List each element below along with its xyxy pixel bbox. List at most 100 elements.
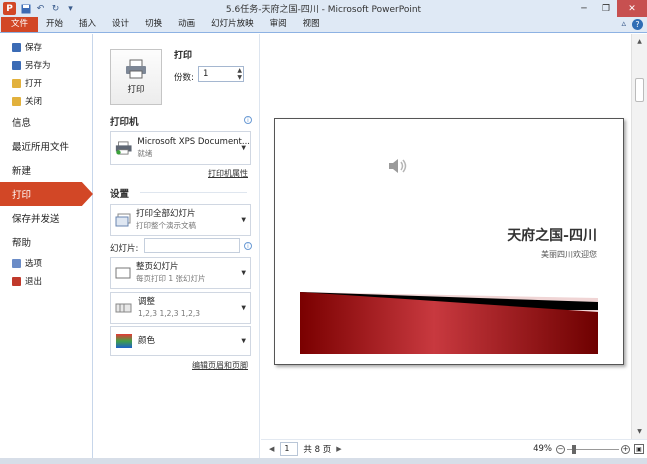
- slide-subtitle: 美丽四川欢迎您: [541, 250, 597, 259]
- tab-insert[interactable]: 插入: [71, 17, 104, 32]
- tab-file[interactable]: 文件: [1, 17, 39, 32]
- info-icon[interactable]: i: [244, 116, 252, 124]
- zoom-out-icon[interactable]: −: [556, 444, 565, 454]
- slide-title: 天府之国-四川: [507, 228, 597, 244]
- close-icon[interactable]: ✕: [617, 0, 647, 17]
- print-settings-panel: 打印 打印 份数: 1 ▲ ▼ 打印机 i Microsoft XPS Docum…: [94, 34, 260, 464]
- edit-header-footer-link[interactable]: 编辑页眉和页脚: [192, 360, 248, 371]
- collate-sub: 1,2,3 1,2,3 1,2,3: [138, 309, 201, 318]
- menu-open-label: 打开: [25, 79, 43, 89]
- close-folder-icon: [12, 96, 21, 106]
- save-icon: [12, 42, 21, 52]
- tab-animations[interactable]: 动画: [170, 17, 203, 32]
- page-number-input[interactable]: 1: [280, 442, 299, 456]
- copies-label: 份数:: [174, 73, 194, 83]
- title-bar: P ↶ ↻ ▾ 5.6任务-天府之国-四川 - Microsoft PowerP…: [0, 0, 647, 17]
- slides-icon: [115, 213, 131, 227]
- zoom-slider[interactable]: [567, 444, 619, 454]
- printer-status: 就绪: [137, 149, 153, 158]
- settings-section-title: 设置: [110, 189, 130, 200]
- speaker-icon: [389, 159, 407, 173]
- printer-icon: [115, 141, 132, 155]
- menu-info[interactable]: 信息: [0, 110, 92, 134]
- print-preview: 天府之国-四川 美丽四川欢迎您: [261, 34, 631, 434]
- print-button-label: 打印: [127, 85, 145, 95]
- layout-dropdown[interactable]: 整页幻灯片 每页打印 1 张幻灯片 ▼: [110, 257, 251, 289]
- menu-save-as-label: 另存为: [25, 61, 51, 71]
- collate-dropdown[interactable]: 调整 1,2,3 1,2,3 1,2,3 ▼: [110, 292, 251, 324]
- menu-save-send[interactable]: 保存并发送: [0, 206, 92, 230]
- menu-new[interactable]: 新建: [0, 158, 92, 182]
- menu-save-as[interactable]: 另存为: [0, 56, 92, 74]
- tab-home[interactable]: 开始: [38, 17, 71, 32]
- chevron-down-icon: ▼: [241, 269, 246, 277]
- menu-close-label: 关闭: [25, 97, 43, 107]
- customize-icon[interactable]: ▾: [65, 3, 76, 14]
- scroll-down-icon[interactable]: ▼: [634, 426, 645, 437]
- menu-exit-label: 退出: [25, 277, 43, 287]
- zoom-in-icon[interactable]: +: [621, 444, 630, 454]
- zoom-level[interactable]: 49%: [533, 444, 552, 454]
- slide-decoration: [300, 292, 598, 354]
- previous-page-icon[interactable]: ◀: [269, 445, 274, 453]
- taskbar-edge: [0, 458, 647, 464]
- print-range-title: 打印全部幻灯片: [136, 209, 196, 219]
- help-icon[interactable]: ?: [632, 19, 643, 30]
- redo-icon[interactable]: ↻: [50, 3, 61, 14]
- options-icon: [12, 258, 21, 268]
- save-icon[interactable]: [20, 3, 31, 14]
- print-range-sub: 打印整个演示文稿: [136, 221, 196, 230]
- printer-icon: [126, 59, 146, 79]
- collate-title: 调整: [138, 297, 156, 307]
- scroll-up-icon[interactable]: ▲: [634, 36, 645, 47]
- menu-recent[interactable]: 最近所用文件: [0, 134, 92, 158]
- print-range-dropdown[interactable]: 打印全部幻灯片 打印整个演示文稿 ▼: [110, 204, 251, 236]
- tab-review[interactable]: 审阅: [262, 17, 295, 32]
- powerpoint-app-icon[interactable]: P: [3, 2, 16, 15]
- menu-help[interactable]: 帮助: [0, 230, 92, 254]
- minimize-icon[interactable]: ─: [573, 0, 595, 17]
- slides-label: 幻灯片:: [110, 244, 139, 254]
- ribbon-tabs: 文件 开始 插入 设计 切换 动画 幻灯片放映 审阅 视图 ▵ ?: [0, 17, 647, 33]
- page-total: 共 8 页: [303, 445, 332, 455]
- tab-slideshow[interactable]: 幻灯片放映: [203, 17, 262, 32]
- menu-print[interactable]: 打印: [0, 182, 93, 206]
- scrollbar-thumb[interactable]: [635, 78, 644, 102]
- maximize-icon[interactable]: ❐: [595, 0, 617, 17]
- spin-arrows-icon[interactable]: ▲ ▼: [237, 67, 242, 81]
- layout-title: 整页幻灯片: [136, 262, 179, 272]
- collate-icon: [115, 303, 132, 313]
- copies-value: 1: [203, 69, 209, 79]
- color-dropdown[interactable]: 颜色 ▼: [110, 326, 251, 356]
- menu-save[interactable]: 保存: [0, 38, 92, 56]
- window-title: 5.6任务-天府之国-四川 - Microsoft PowerPoint: [225, 5, 422, 15]
- menu-options-label: 选项: [25, 259, 43, 269]
- print-button[interactable]: 打印: [110, 49, 162, 105]
- tab-design[interactable]: 设计: [104, 17, 137, 32]
- printer-dropdown[interactable]: Microsoft XPS Document... 就绪 ▼: [110, 131, 251, 165]
- slides-input[interactable]: [144, 238, 240, 253]
- copies-stepper[interactable]: 1 ▲ ▼: [198, 66, 244, 82]
- menu-close[interactable]: 关闭: [0, 92, 92, 110]
- menu-save-label: 保存: [25, 43, 43, 53]
- window-controls: ─ ❐ ✕: [573, 0, 647, 17]
- undo-icon[interactable]: ↶: [35, 3, 46, 14]
- chevron-down-icon: ▼: [241, 337, 246, 345]
- quick-access-toolbar: P ↶ ↻ ▾: [0, 0, 76, 17]
- minimize-ribbon-icon[interactable]: ▵: [621, 19, 626, 30]
- next-page-icon[interactable]: ▶: [336, 445, 341, 453]
- open-folder-icon: [12, 78, 21, 88]
- fit-page-icon[interactable]: ▣: [634, 444, 644, 454]
- tab-transitions[interactable]: 切换: [137, 17, 170, 32]
- preview-status-bar: ◀ 1 共 8 页 ▶ 49% − + ▣: [261, 439, 647, 458]
- preview-scrollbar[interactable]: ▲ ▼: [631, 34, 647, 439]
- menu-exit[interactable]: 退出: [0, 272, 92, 290]
- printer-name: Microsoft XPS Document...: [137, 137, 250, 147]
- info-icon[interactable]: i: [244, 242, 252, 250]
- tab-view[interactable]: 视图: [295, 17, 328, 32]
- menu-options[interactable]: 选项: [0, 254, 92, 272]
- exit-icon: [12, 276, 21, 286]
- printer-section-title: 打印机: [110, 117, 139, 128]
- menu-open[interactable]: 打开: [0, 74, 92, 92]
- printer-properties-link[interactable]: 打印机属性: [208, 168, 248, 179]
